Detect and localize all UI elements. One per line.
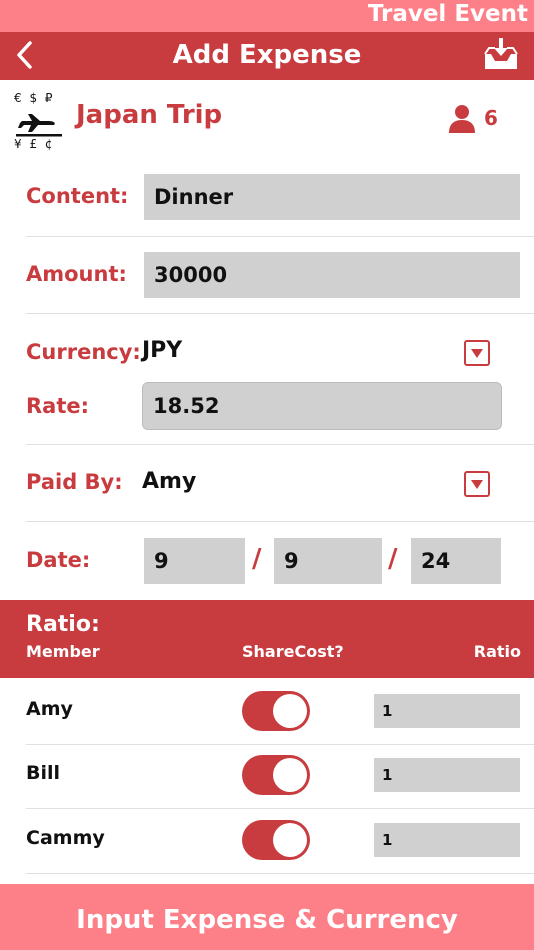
amount-field[interactable]: 30000 — [144, 252, 520, 298]
member-name: Cammy — [26, 827, 105, 849]
ratio-field[interactable]: 1 — [374, 823, 520, 857]
ratio-field[interactable]: 1 — [374, 694, 520, 728]
ratio-title: Ratio: — [26, 612, 100, 637]
person-icon[interactable] — [448, 104, 476, 134]
currency-dropdown-icon[interactable] — [464, 340, 490, 366]
trip-name: Japan Trip — [76, 100, 223, 130]
page-title: Add Expense — [172, 40, 362, 70]
sharecost-toggle[interactable] — [242, 755, 310, 795]
sharecost-toggle[interactable] — [242, 820, 310, 860]
trip-header: € $ ₽ ¥ £ ¢ Japan Trip 6 — [0, 80, 534, 162]
paidby-value[interactable]: Amy — [142, 469, 196, 494]
divider — [26, 521, 534, 522]
input-expense-button[interactable]: Input Expense & Currency — [0, 884, 534, 950]
date-separator: / — [252, 544, 262, 574]
content-field[interactable]: Dinner — [144, 174, 520, 220]
currency-symbols-top: € $ ₽ — [14, 91, 55, 105]
paidby-label: Paid By: — [26, 470, 123, 494]
ratio-field[interactable]: 1 — [374, 758, 520, 792]
inbox-download-icon[interactable] — [482, 36, 520, 72]
date-separator: / — [388, 544, 398, 574]
date-day-field[interactable]: 9 — [274, 538, 382, 584]
amount-label: Amount: — [26, 262, 127, 286]
member-row: Cammy 1 — [0, 809, 534, 874]
divider — [26, 444, 534, 445]
divider — [26, 236, 534, 237]
sharecost-toggle[interactable] — [242, 691, 310, 731]
divider — [26, 873, 534, 874]
currency-value[interactable]: JPY — [142, 338, 182, 363]
currency-symbols-bottom: ¥ £ ¢ — [14, 137, 55, 150]
date-label: Date: — [26, 548, 91, 572]
currency-label: Currency: — [26, 340, 141, 364]
divider — [26, 313, 534, 314]
ratio-header: Ratio: Member ShareCost? Ratio — [0, 600, 534, 678]
date-month-field[interactable]: 9 — [144, 538, 245, 584]
toggle-knob — [273, 823, 307, 857]
col-member: Member — [26, 642, 100, 661]
rate-field[interactable]: 18.52 — [142, 382, 502, 430]
member-name: Amy — [26, 698, 73, 720]
banner-title: Travel Event — [367, 1, 528, 27]
paidby-dropdown-icon[interactable] — [464, 471, 490, 497]
date-year-field[interactable]: 24 — [411, 538, 501, 584]
toggle-knob — [273, 694, 307, 728]
col-ratio: Ratio — [473, 642, 521, 661]
nav-bar: Add Expense — [0, 32, 534, 80]
toggle-knob — [273, 758, 307, 792]
member-row: Bill 1 — [0, 744, 534, 809]
col-sharecost: ShareCost? — [242, 642, 344, 661]
member-row: Amy 1 — [0, 680, 534, 745]
member-name: Bill — [26, 762, 61, 784]
content-label: Content: — [26, 184, 129, 208]
top-banner: Travel Event — [0, 0, 534, 32]
airplane-icon: € $ ₽ ¥ £ ¢ — [14, 91, 62, 150]
rate-label: Rate: — [26, 394, 90, 418]
member-count: 6 — [484, 106, 498, 130]
